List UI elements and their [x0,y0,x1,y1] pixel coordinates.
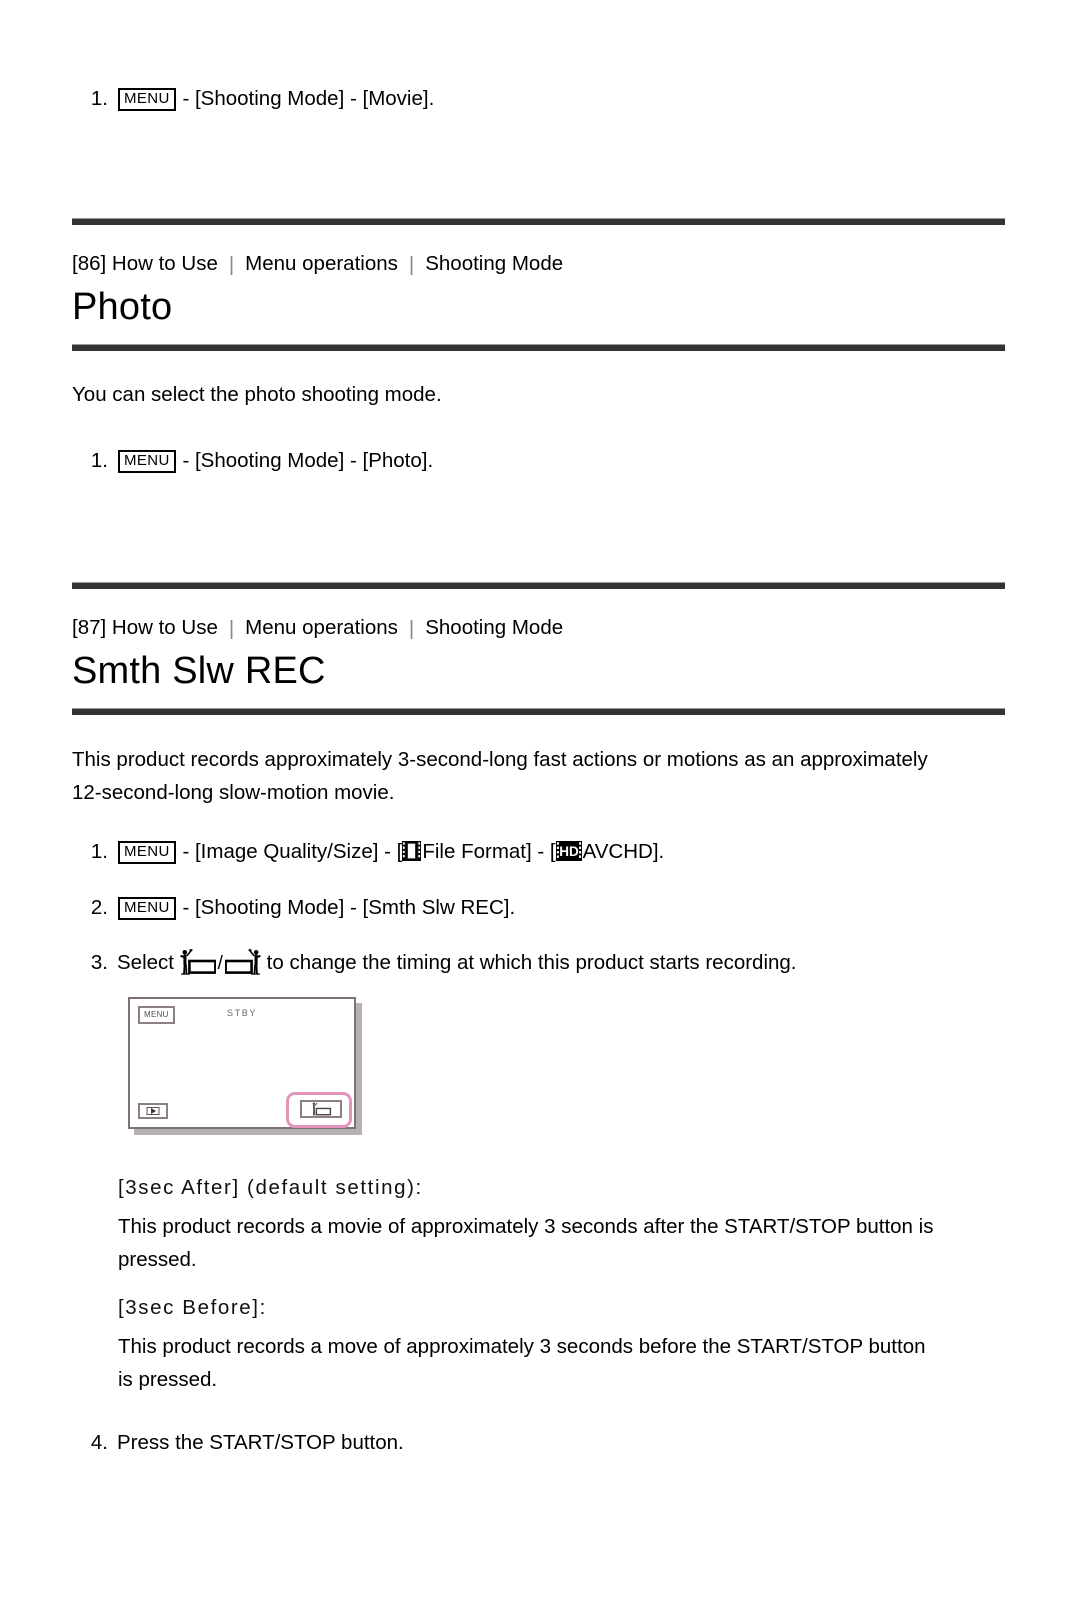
lcd-screen: MENU STBY [128,997,356,1129]
menu-button[interactable]: MENU [117,449,177,474]
svg-text:HD: HD [559,844,579,859]
film-format-icon [402,840,422,861]
step-item: 4. Press the START/STOP button. [72,1428,1080,1458]
breadcrumb-separator: | [228,617,235,640]
lcd-status-label: STBY [227,1008,257,1018]
page-title: Smth Slw REC [72,650,326,692]
breadcrumb: [87] How to Use | Menu operations | Shooting… [72,615,1080,641]
step-text-tail: - [Shooting Mode] - [Photo]. [176,449,434,472]
section-divider [72,708,1005,715]
step-text-a: - [Image Quality/Size] - [ [176,840,403,863]
step-text-b: to change the timing at which this produ… [260,951,797,974]
breadcrumb-separator: | [228,253,235,276]
breadcrumb-item-2: Menu operations [245,252,398,275]
section-intro-line-2: 12-second-long slow-motion movie. [72,781,395,804]
section-divider [72,344,1005,351]
step-number: 3. [90,951,108,974]
step-text-b: File Format] - [ [422,840,556,863]
option-heading: [3sec Before]: [118,1296,267,1319]
timing-before-icon [224,949,261,975]
breadcrumb-item-1: [86] How to Use [72,252,218,275]
menu-button[interactable]: MENU [117,840,177,865]
step-text: MENU - [Shooting Mode] - [Photo]. [117,446,1080,476]
breadcrumb-item-3: Shooting Mode [425,616,564,639]
play-triangle-icon [150,1108,156,1114]
step-number: 1. [90,840,108,863]
step-number: 1. [90,87,108,110]
menu-button[interactable]: MENU [117,896,177,921]
icon-separator: / [217,953,223,974]
document-page: 1. MENU - [Shooting Mode] - [Movie]. [86… [0,84,1080,1612]
section-divider [72,582,1005,589]
breadcrumb-separator: | [408,253,415,276]
playback-icon [146,1107,160,1115]
section-divider [72,218,1005,225]
step-text-tail: - [Shooting Mode] - [Movie]. [176,87,435,110]
breadcrumb: [86] How to Use | Menu operations | Shooting… [72,251,1080,277]
highlight-outline [286,1092,352,1128]
breadcrumb-separator: | [408,617,415,640]
page-title: Photo [72,286,173,328]
step-text: MENU - [Shooting Mode] - [Smth Slw REC]. [117,893,1080,923]
hd-icon: HD [555,840,582,861]
section-intro-line-1: This product records approximately 3-sec… [72,748,928,771]
step-number: 1. [90,449,108,472]
timing-after-icon [179,949,217,975]
step-number: 4. [90,1431,108,1454]
option-heading: [3sec After] (default setting): [118,1176,423,1199]
breadcrumb-item-1: [87] How to Use [72,616,218,639]
step-item: 1. MENU - [Shooting Mode] - [Photo]. [72,446,1080,476]
section-intro: You can select the photo shooting mode. [72,383,442,406]
option-description-line-1: This product records a movie of approxim… [118,1215,934,1238]
step-item: 1. MENU - [Shooting Mode] - [Movie]. [72,84,1080,114]
step-text: Select / to change the timing at which t… [117,948,1080,979]
option-description-line-1: This product records a move of approxima… [118,1335,926,1358]
step-text-a: - [Shooting Mode] - [Smth Slw REC]. [176,896,516,919]
step-text: Press the START/STOP button. [117,1431,404,1454]
lcd-playback-button[interactable] [138,1103,168,1119]
step-item: 3. Select / to change the timing at whic… [72,948,1080,979]
menu-button[interactable]: MENU [117,87,177,112]
step-item: 1. MENU - [Image Quality/Size] - [ File F… [72,837,1080,867]
step-text-c: AVCHD]. [582,840,665,863]
step-text-a: Select [117,951,180,974]
step-number: 2. [90,896,108,919]
breadcrumb-item-3: Shooting Mode [425,252,564,275]
option-description-line-2: pressed. [118,1248,197,1271]
step-text: MENU - [Shooting Mode] - [Movie]. [117,84,1080,114]
option-description-line-2: is pressed. [118,1368,218,1391]
breadcrumb-item-2: Menu operations [245,616,398,639]
step-text: MENU - [Image Quality/Size] - [ File Form… [117,837,1080,867]
step-item: 2. MENU - [Shooting Mode] - [Smth Slw RE… [72,893,1080,923]
camera-lcd-figure: MENU STBY [128,997,364,1137]
